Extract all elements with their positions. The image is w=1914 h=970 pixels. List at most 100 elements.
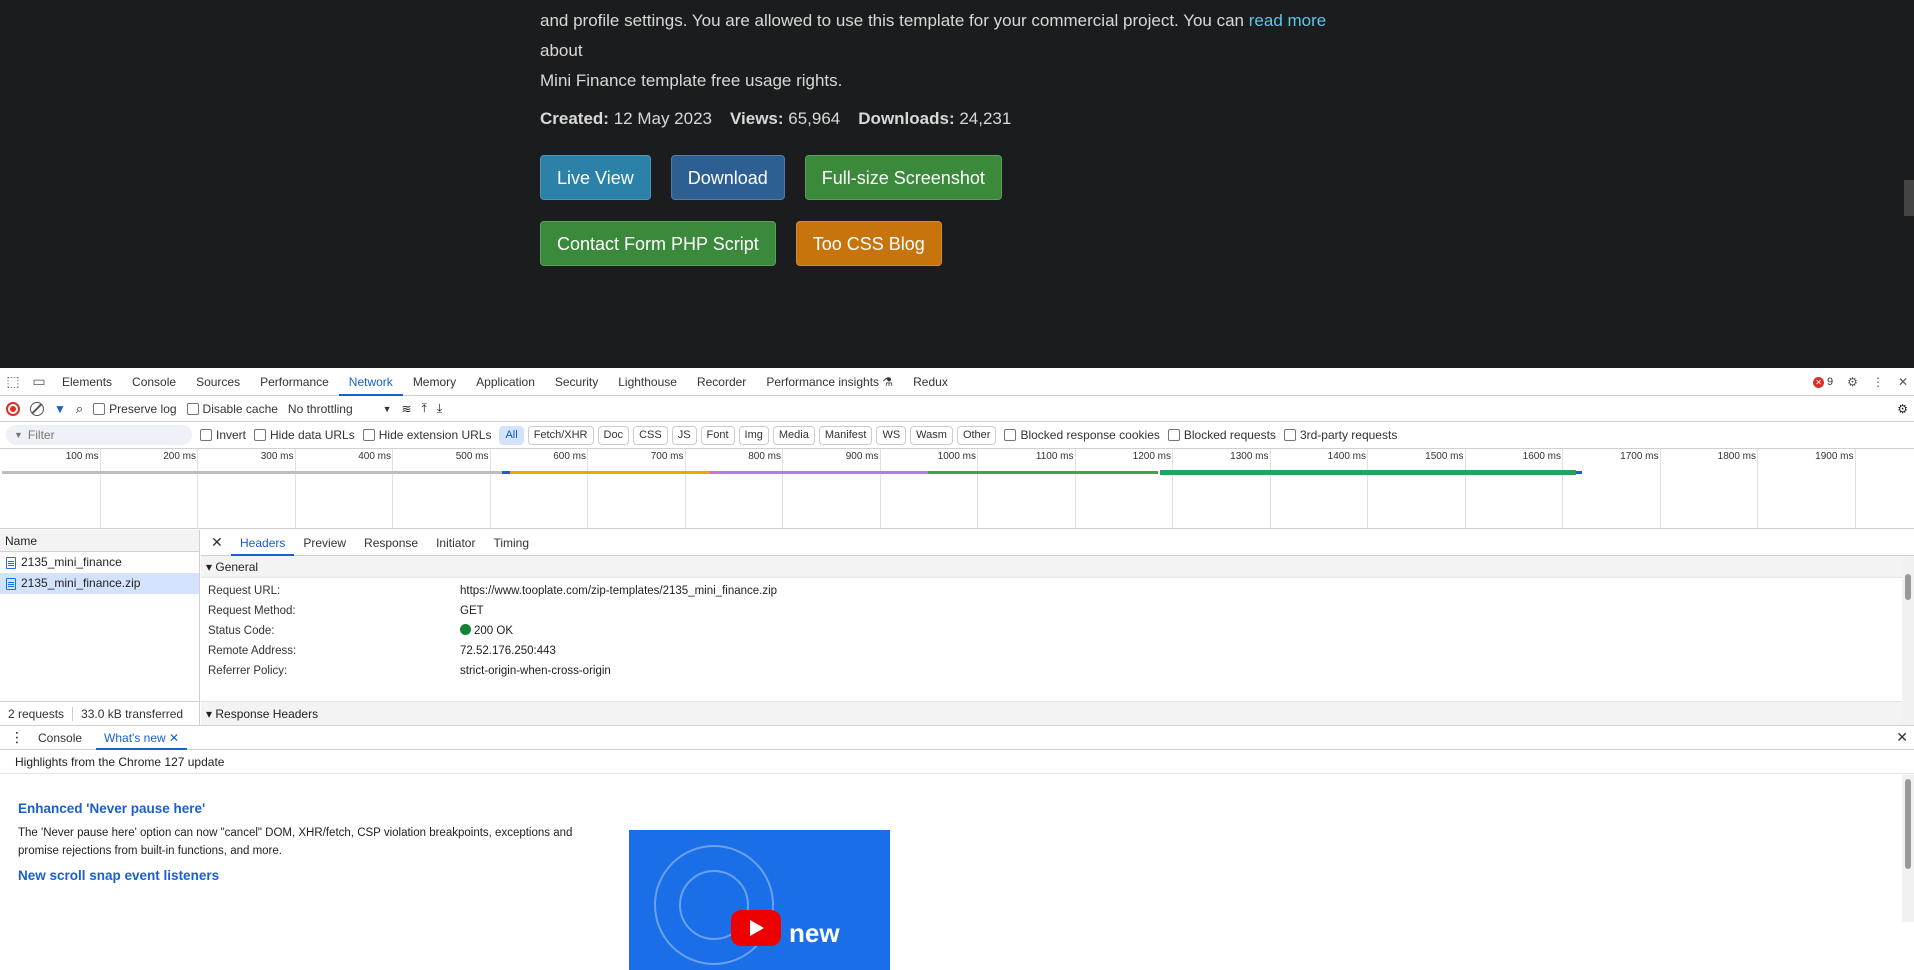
filter-funnel-icon[interactable]: ▼ xyxy=(54,402,66,416)
scrollbar-thumb[interactable] xyxy=(1905,574,1911,600)
timeline-tick-label: 600 ms xyxy=(553,451,586,462)
secondary-button-row: Contact Form PHP Script Too CSS Blog xyxy=(540,221,1360,266)
chip-ws[interactable]: WS xyxy=(876,425,907,445)
timeline-tick: 600 ms xyxy=(553,449,588,528)
export-har-icon[interactable]: ⤓ xyxy=(437,401,442,416)
hide-extension-urls-checkbox[interactable]: Hide extension URLs xyxy=(362,428,491,442)
template-description: and profile settings. You are allowed to… xyxy=(540,6,1360,96)
invert-label: Invert xyxy=(216,428,247,442)
request-row[interactable]: 2135_mini_finance xyxy=(0,552,199,573)
download-button[interactable]: Download xyxy=(670,155,785,200)
video-thumbnail[interactable]: new xyxy=(629,830,890,970)
scrollbar-thumb[interactable] xyxy=(1905,779,1911,869)
drawer-tab-console[interactable]: Console xyxy=(30,726,90,750)
invert-checkbox[interactable]: Invert xyxy=(200,428,246,442)
third-party-requests-checkbox[interactable]: 3rd-party requests xyxy=(1283,428,1397,442)
throttling-select[interactable]: No throttling ▼ xyxy=(288,402,392,416)
tab-memory[interactable]: Memory xyxy=(403,368,466,396)
full-screenshot-button[interactable]: Full-size Screenshot xyxy=(804,155,1002,200)
tab-timing[interactable]: Timing xyxy=(484,530,538,556)
chip-manifest[interactable]: Manifest xyxy=(818,425,873,445)
description-text: and profile settings. You are allowed to… xyxy=(540,11,1249,30)
record-icon[interactable] xyxy=(6,401,20,416)
drawer-scrollbar[interactable] xyxy=(1902,775,1914,922)
tab-elements[interactable]: Elements xyxy=(52,368,122,396)
import-har-icon[interactable]: ⤒ xyxy=(422,401,427,416)
chip-all[interactable]: All xyxy=(499,425,524,445)
tab-redux[interactable]: Redux xyxy=(903,368,958,396)
chip-css[interactable]: CSS xyxy=(633,425,668,445)
tab-response[interactable]: Response xyxy=(355,530,427,556)
views-label: Views: xyxy=(729,109,784,128)
request-list: Name 2135_mini_finance 2135_mini_finance… xyxy=(0,530,200,725)
youtube-play-icon[interactable] xyxy=(731,910,781,946)
drawer-tab-whats-new[interactable]: What's new ✕ xyxy=(96,726,188,750)
network-overview-timeline[interactable]: 21900 ms1800 ms1700 ms1600 ms1500 ms1400… xyxy=(0,449,1914,529)
tab-network[interactable]: Network xyxy=(338,368,403,396)
close-tab-icon[interactable]: ✕ xyxy=(169,731,179,745)
disable-cache-checkbox[interactable]: Disable cache xyxy=(186,402,278,416)
chip-font[interactable]: Font xyxy=(700,425,735,445)
tab-sources[interactable]: Sources xyxy=(186,368,250,396)
header-value: https://www.tooplate.com/zip-templates/2… xyxy=(460,585,778,597)
tab-performance[interactable]: Performance xyxy=(250,368,339,396)
drawer-menu-icon[interactable]: ⋮ xyxy=(10,729,24,746)
chip-doc[interactable]: Doc xyxy=(597,425,630,445)
tab-lighthouse[interactable]: Lighthouse xyxy=(608,368,687,396)
chip-media[interactable]: Media xyxy=(772,425,815,445)
device-toolbar-icon[interactable]: ▭ xyxy=(26,368,52,396)
preserve-log-label: Preserve log xyxy=(109,401,177,416)
timeline-tick-label: 200 ms xyxy=(163,451,196,462)
search-icon[interactable]: ⌕ xyxy=(76,401,83,417)
inspect-element-icon[interactable]: ⬚ xyxy=(0,368,26,396)
tab-console[interactable]: Console xyxy=(122,368,186,396)
read-more-link[interactable]: read more xyxy=(1249,11,1326,30)
checkbox-box xyxy=(186,402,199,415)
live-view-button[interactable]: Live View xyxy=(540,155,651,200)
network-settings-icon[interactable]: ⚙ xyxy=(1897,402,1908,416)
tab-initiator[interactable]: Initiator xyxy=(427,530,484,556)
contact-form-button[interactable]: Contact Form PHP Script xyxy=(540,221,776,266)
clear-icon[interactable] xyxy=(30,401,44,416)
timeline-tick: 1300 ms xyxy=(1230,449,1271,528)
general-section-header[interactable]: ▾ General xyxy=(201,556,1914,578)
request-row-selected[interactable]: 2135_mini_finance.zip xyxy=(0,573,199,594)
blocked-cookies-label: Blocked response cookies xyxy=(1020,428,1160,442)
tab-headers[interactable]: Headers xyxy=(231,530,295,556)
tab-recorder[interactable]: Recorder xyxy=(687,368,756,396)
chip-wasm[interactable]: Wasm xyxy=(910,425,953,445)
tab-preview[interactable]: Preview xyxy=(294,530,355,556)
blocked-response-cookies-checkbox[interactable]: Blocked response cookies xyxy=(1004,428,1160,442)
downloads-label: Downloads: xyxy=(858,109,955,128)
feature-title[interactable]: New scroll snap event listeners xyxy=(18,868,1914,883)
close-devtools-icon[interactable]: ✕ xyxy=(1898,375,1908,389)
tab-performance-insights[interactable]: Performance insights ⚗ xyxy=(756,368,903,396)
chip-img[interactable]: Img xyxy=(738,425,769,445)
network-conditions-icon[interactable]: ≋ xyxy=(402,402,412,416)
settings-gear-icon[interactable]: ⚙ xyxy=(1847,375,1858,389)
chip-other[interactable]: Other xyxy=(956,425,997,445)
checkbox-box xyxy=(93,402,106,415)
close-detail-icon[interactable]: ✕ xyxy=(211,534,231,551)
timeline-tick-label: 1600 ms xyxy=(1522,451,1561,462)
tab-security[interactable]: Security xyxy=(545,368,608,396)
name-column-header[interactable]: Name xyxy=(0,530,199,552)
status-value: 200 OK xyxy=(460,621,513,641)
blocked-requests-checkbox[interactable]: Blocked requests xyxy=(1167,428,1276,442)
response-headers-section-header[interactable]: ▾ Response Headers xyxy=(201,701,1914,725)
chip-js[interactable]: JS xyxy=(671,425,697,445)
error-counter[interactable]: ✕ 9 xyxy=(1813,376,1833,388)
blog-button[interactable]: Too CSS Blog xyxy=(795,221,942,266)
page-scrollbar-thumb[interactable] xyxy=(1904,180,1914,216)
preserve-log-checkbox[interactable]: Preserve log xyxy=(93,401,177,416)
chip-fetch-xhr[interactable]: Fetch/XHR xyxy=(527,425,594,445)
hide-data-urls-label: Hide data URLs xyxy=(270,428,355,442)
more-options-icon[interactable]: ⋮ xyxy=(1872,375,1884,389)
timeline-tick: 800 ms xyxy=(748,449,783,528)
hide-data-urls-checkbox[interactable]: Hide data URLs xyxy=(254,428,355,442)
filter-input[interactable]: ▼ Filter xyxy=(6,425,192,445)
close-drawer-icon[interactable]: ✕ xyxy=(1896,729,1908,746)
detail-scrollbar[interactable] xyxy=(1902,556,1914,725)
tab-application[interactable]: Application xyxy=(466,368,545,396)
feature-title[interactable]: Enhanced 'Never pause here' xyxy=(18,801,1914,816)
